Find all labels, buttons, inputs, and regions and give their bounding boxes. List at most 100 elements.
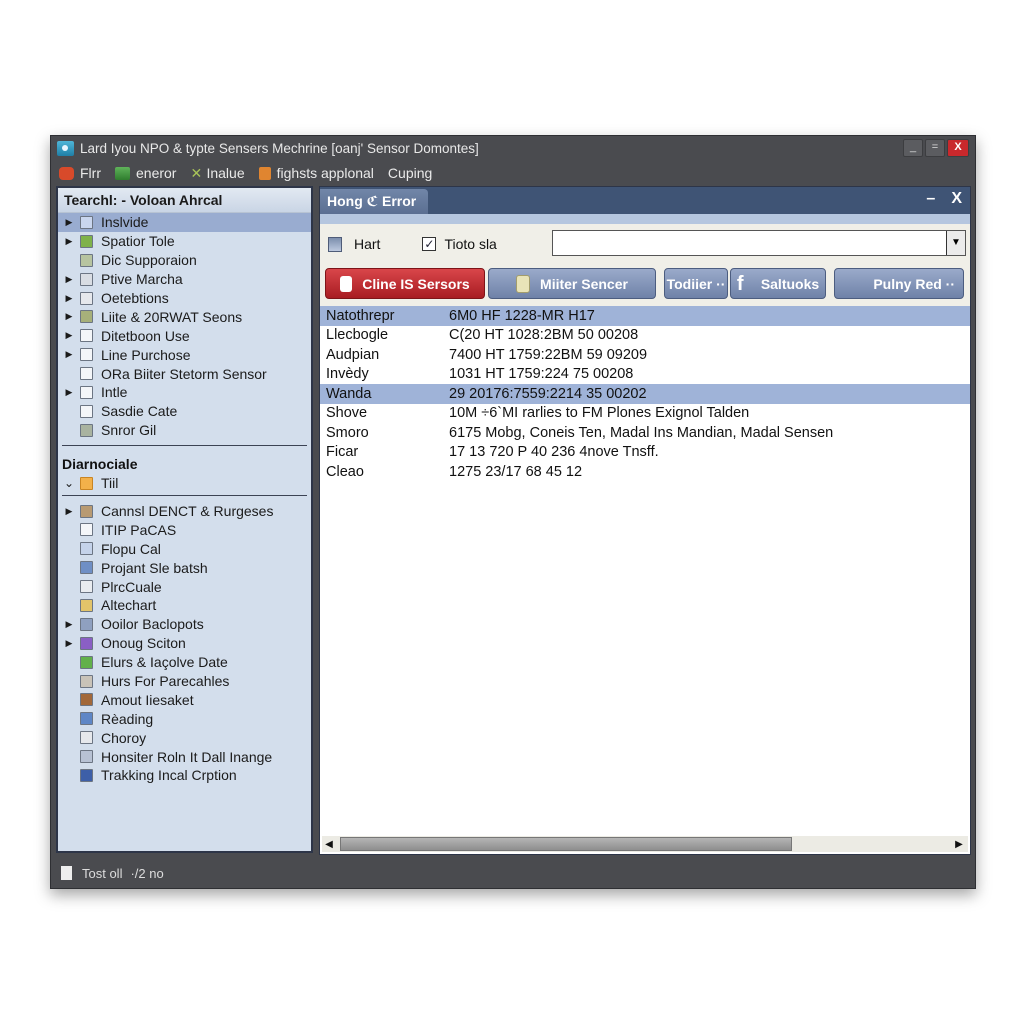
status-bar: Tost oll ·/2 no xyxy=(51,858,975,888)
meter-sensor-button[interactable]: Miiter Sencer xyxy=(488,268,656,299)
horizontal-scrollbar[interactable]: ◀ ▶ xyxy=(322,836,968,852)
scroll-right-icon[interactable]: ▶ xyxy=(952,839,966,850)
row-name: Shove xyxy=(326,405,368,422)
close-button[interactable]: X xyxy=(947,139,969,157)
toolbar-more-button[interactable]: Todiier ·· xyxy=(664,268,728,299)
chart-icon xyxy=(328,236,342,252)
tree-item[interactable]: ▶ Onoug Sciton xyxy=(58,634,311,653)
saltuoks-button[interactable]: f Saltuoks xyxy=(730,268,826,299)
section-title: Diarnociale xyxy=(62,455,138,472)
table-row[interactable]: Smoro 6175 Mobg, Coneis Ten, Madal Ins Ma… xyxy=(320,423,970,443)
tree-item-icon xyxy=(80,731,93,745)
tree-folder-tiil[interactable]: ⌄ Tiil xyxy=(58,474,311,493)
table-row[interactable]: Invèdy 1031 HT 1759:224 75 00208 xyxy=(320,365,970,385)
tree-item[interactable]: ▶ Oetebtions xyxy=(58,289,311,308)
tree-item[interactable]: ▶ Liite & 20RWAT Seons xyxy=(58,307,311,326)
expand-arrow-icon[interactable]: ▶ xyxy=(58,274,80,285)
chevron-down-icon[interactable]: ⌄ xyxy=(58,476,80,490)
table-row[interactable]: Cleao 1275 23/17 68 45 12 xyxy=(320,462,970,482)
tree-item[interactable]: ▶ Line Purchose xyxy=(58,345,311,364)
menu-item-eneror[interactable]: eneror xyxy=(115,165,176,181)
minimize-button[interactable]: _ xyxy=(903,139,923,157)
menu-item-applonal[interactable]: fighsts applonal xyxy=(258,165,374,181)
menu-label: eneror xyxy=(136,165,177,181)
expand-arrow-icon[interactable]: ▶ xyxy=(58,236,80,247)
folder-icon xyxy=(80,476,93,490)
expand-arrow-icon[interactable]: ▶ xyxy=(58,506,80,517)
tree-item[interactable]: Flopu Cal xyxy=(58,539,311,558)
filter-combo[interactable]: ▼ xyxy=(552,230,966,256)
table-row[interactable]: Natothrepr 6M0 HF 1228-MR H17 xyxy=(320,306,970,326)
scrollbar-thumb[interactable] xyxy=(340,837,792,851)
tree-item-icon xyxy=(80,598,93,612)
hart-label[interactable]: Hart xyxy=(354,236,380,252)
expand-arrow-icon[interactable]: ▶ xyxy=(58,217,80,228)
tree-item[interactable]: Trakking Incal Crption xyxy=(58,766,311,785)
tree-item[interactable]: ▶ Inslvide xyxy=(58,213,311,232)
expand-arrow-icon[interactable]: ▶ xyxy=(58,638,80,649)
button-label: Saltuoks xyxy=(760,275,820,292)
pulny-red-button[interactable]: Pulny Red ·· xyxy=(834,268,964,299)
table-row[interactable]: Llecbogle C(20 HT 1028:2BM 50 00208 xyxy=(320,326,970,346)
expand-arrow-icon[interactable]: ▶ xyxy=(58,293,80,304)
tree-item-label: Ptive Marcha xyxy=(101,271,183,288)
tree-item-icon xyxy=(80,329,93,343)
tree-item[interactable]: Honsiter Roln It Dall Inange xyxy=(58,747,311,766)
tree-item-icon xyxy=(80,215,93,229)
tree-item[interactable]: Rèading xyxy=(58,709,311,728)
expand-arrow-icon[interactable]: ▶ xyxy=(58,387,80,398)
panel-minimize-button[interactable]: – xyxy=(926,190,935,208)
button-label: Cline IS Sersors xyxy=(362,275,470,292)
tree-section-main: ▶ Inslvide ▶ Spatior Tole Dic Supporaion ▶ Pti… xyxy=(58,213,311,440)
tree-item[interactable]: ▶ Ptive Marcha xyxy=(58,270,311,289)
tab-error[interactable]: Hong ℭ Error xyxy=(320,189,428,214)
tree-item[interactable]: ▶ Ditetboon Use xyxy=(58,326,311,345)
tree-item[interactable]: Choroy xyxy=(58,728,311,747)
tree-item[interactable]: Sasdie Cate xyxy=(58,402,311,421)
expand-arrow-icon[interactable]: ▶ xyxy=(58,349,80,360)
menu-item-file[interactable]: Flrr xyxy=(59,165,101,181)
table-row[interactable]: Audpian 7400 HT 1759:22BM 59 09209 xyxy=(320,345,970,365)
tree-item-icon xyxy=(80,768,93,782)
button-label: Pulny Red ·· xyxy=(873,275,955,292)
table-row[interactable]: Shove 10M ÷6`MI rarlies to FM Plones Exig… xyxy=(320,404,970,424)
tree-item[interactable]: PlrcCuale xyxy=(58,577,311,596)
chevron-down-icon[interactable]: ▼ xyxy=(946,231,965,255)
tree-item-label: Snror Gil xyxy=(101,422,157,439)
tree-item[interactable]: ▶ Spatior Tole xyxy=(58,232,311,251)
expand-arrow-icon[interactable]: ▶ xyxy=(58,619,80,630)
padlock-icon xyxy=(516,274,531,293)
red-badge-icon xyxy=(59,166,74,180)
tree-item[interactable]: Elurs & Iaçolve Date xyxy=(58,653,311,672)
table-row[interactable]: Wanda 29 20176:7559:2214 35 00202 xyxy=(320,384,970,404)
panel-close-button[interactable]: X xyxy=(951,190,962,208)
expand-arrow-icon[interactable]: ▶ xyxy=(58,330,80,341)
maximize-button[interactable]: = xyxy=(925,139,945,157)
tree-item[interactable]: Altechart xyxy=(58,596,311,615)
menu-item-cuping[interactable]: Cuping xyxy=(388,165,432,181)
tree-item[interactable]: Hurs For Parecahles xyxy=(58,672,311,691)
clear-sensors-button[interactable]: Cline IS Sersors xyxy=(325,268,485,299)
tree-item-label: Onoug Sciton xyxy=(101,635,186,652)
tree-item[interactable]: ITIP PaCAS xyxy=(58,520,311,539)
tree-item[interactable]: Amout Iiesaket xyxy=(58,690,311,709)
tree-item[interactable]: Dic Supporaion xyxy=(58,251,311,270)
button-label: Miiter Sencer xyxy=(540,275,628,292)
orange-doc-icon xyxy=(258,166,271,180)
divider xyxy=(62,444,307,446)
tree-item[interactable]: ▶ Intle xyxy=(58,383,311,402)
table-row[interactable]: Ficar 17 13 720 P 40 236 4nove Tnsff. xyxy=(320,443,970,463)
scroll-left-icon[interactable]: ◀ xyxy=(322,839,336,850)
tree-item[interactable]: Snror Gil xyxy=(58,421,311,440)
row-value: 6175 Mobg, Coneis Ten, Madal Ins Mandian… xyxy=(449,424,834,441)
toggle-checkbox[interactable]: ✓ xyxy=(422,237,437,251)
expand-arrow-icon[interactable]: ▶ xyxy=(58,311,80,322)
tree-item-icon xyxy=(80,423,93,437)
tree-section-diagnostics: ▶ Cannsl DENCT & Rurgeses ITIP PaCAS Flopu … xyxy=(58,502,311,785)
tree-item[interactable]: ▶ Ooilor Baclopots xyxy=(58,615,311,634)
tree-item[interactable]: ORa Biiter Stetorm Sensor xyxy=(58,364,311,383)
tree-item-icon xyxy=(80,542,93,556)
tree-item[interactable]: ▶ Cannsl DENCT & Rurgeses xyxy=(58,502,311,521)
menu-item-inalue[interactable]: ✕ Inalue xyxy=(190,165,244,181)
tree-item[interactable]: Projant Sle batsh xyxy=(58,558,311,577)
